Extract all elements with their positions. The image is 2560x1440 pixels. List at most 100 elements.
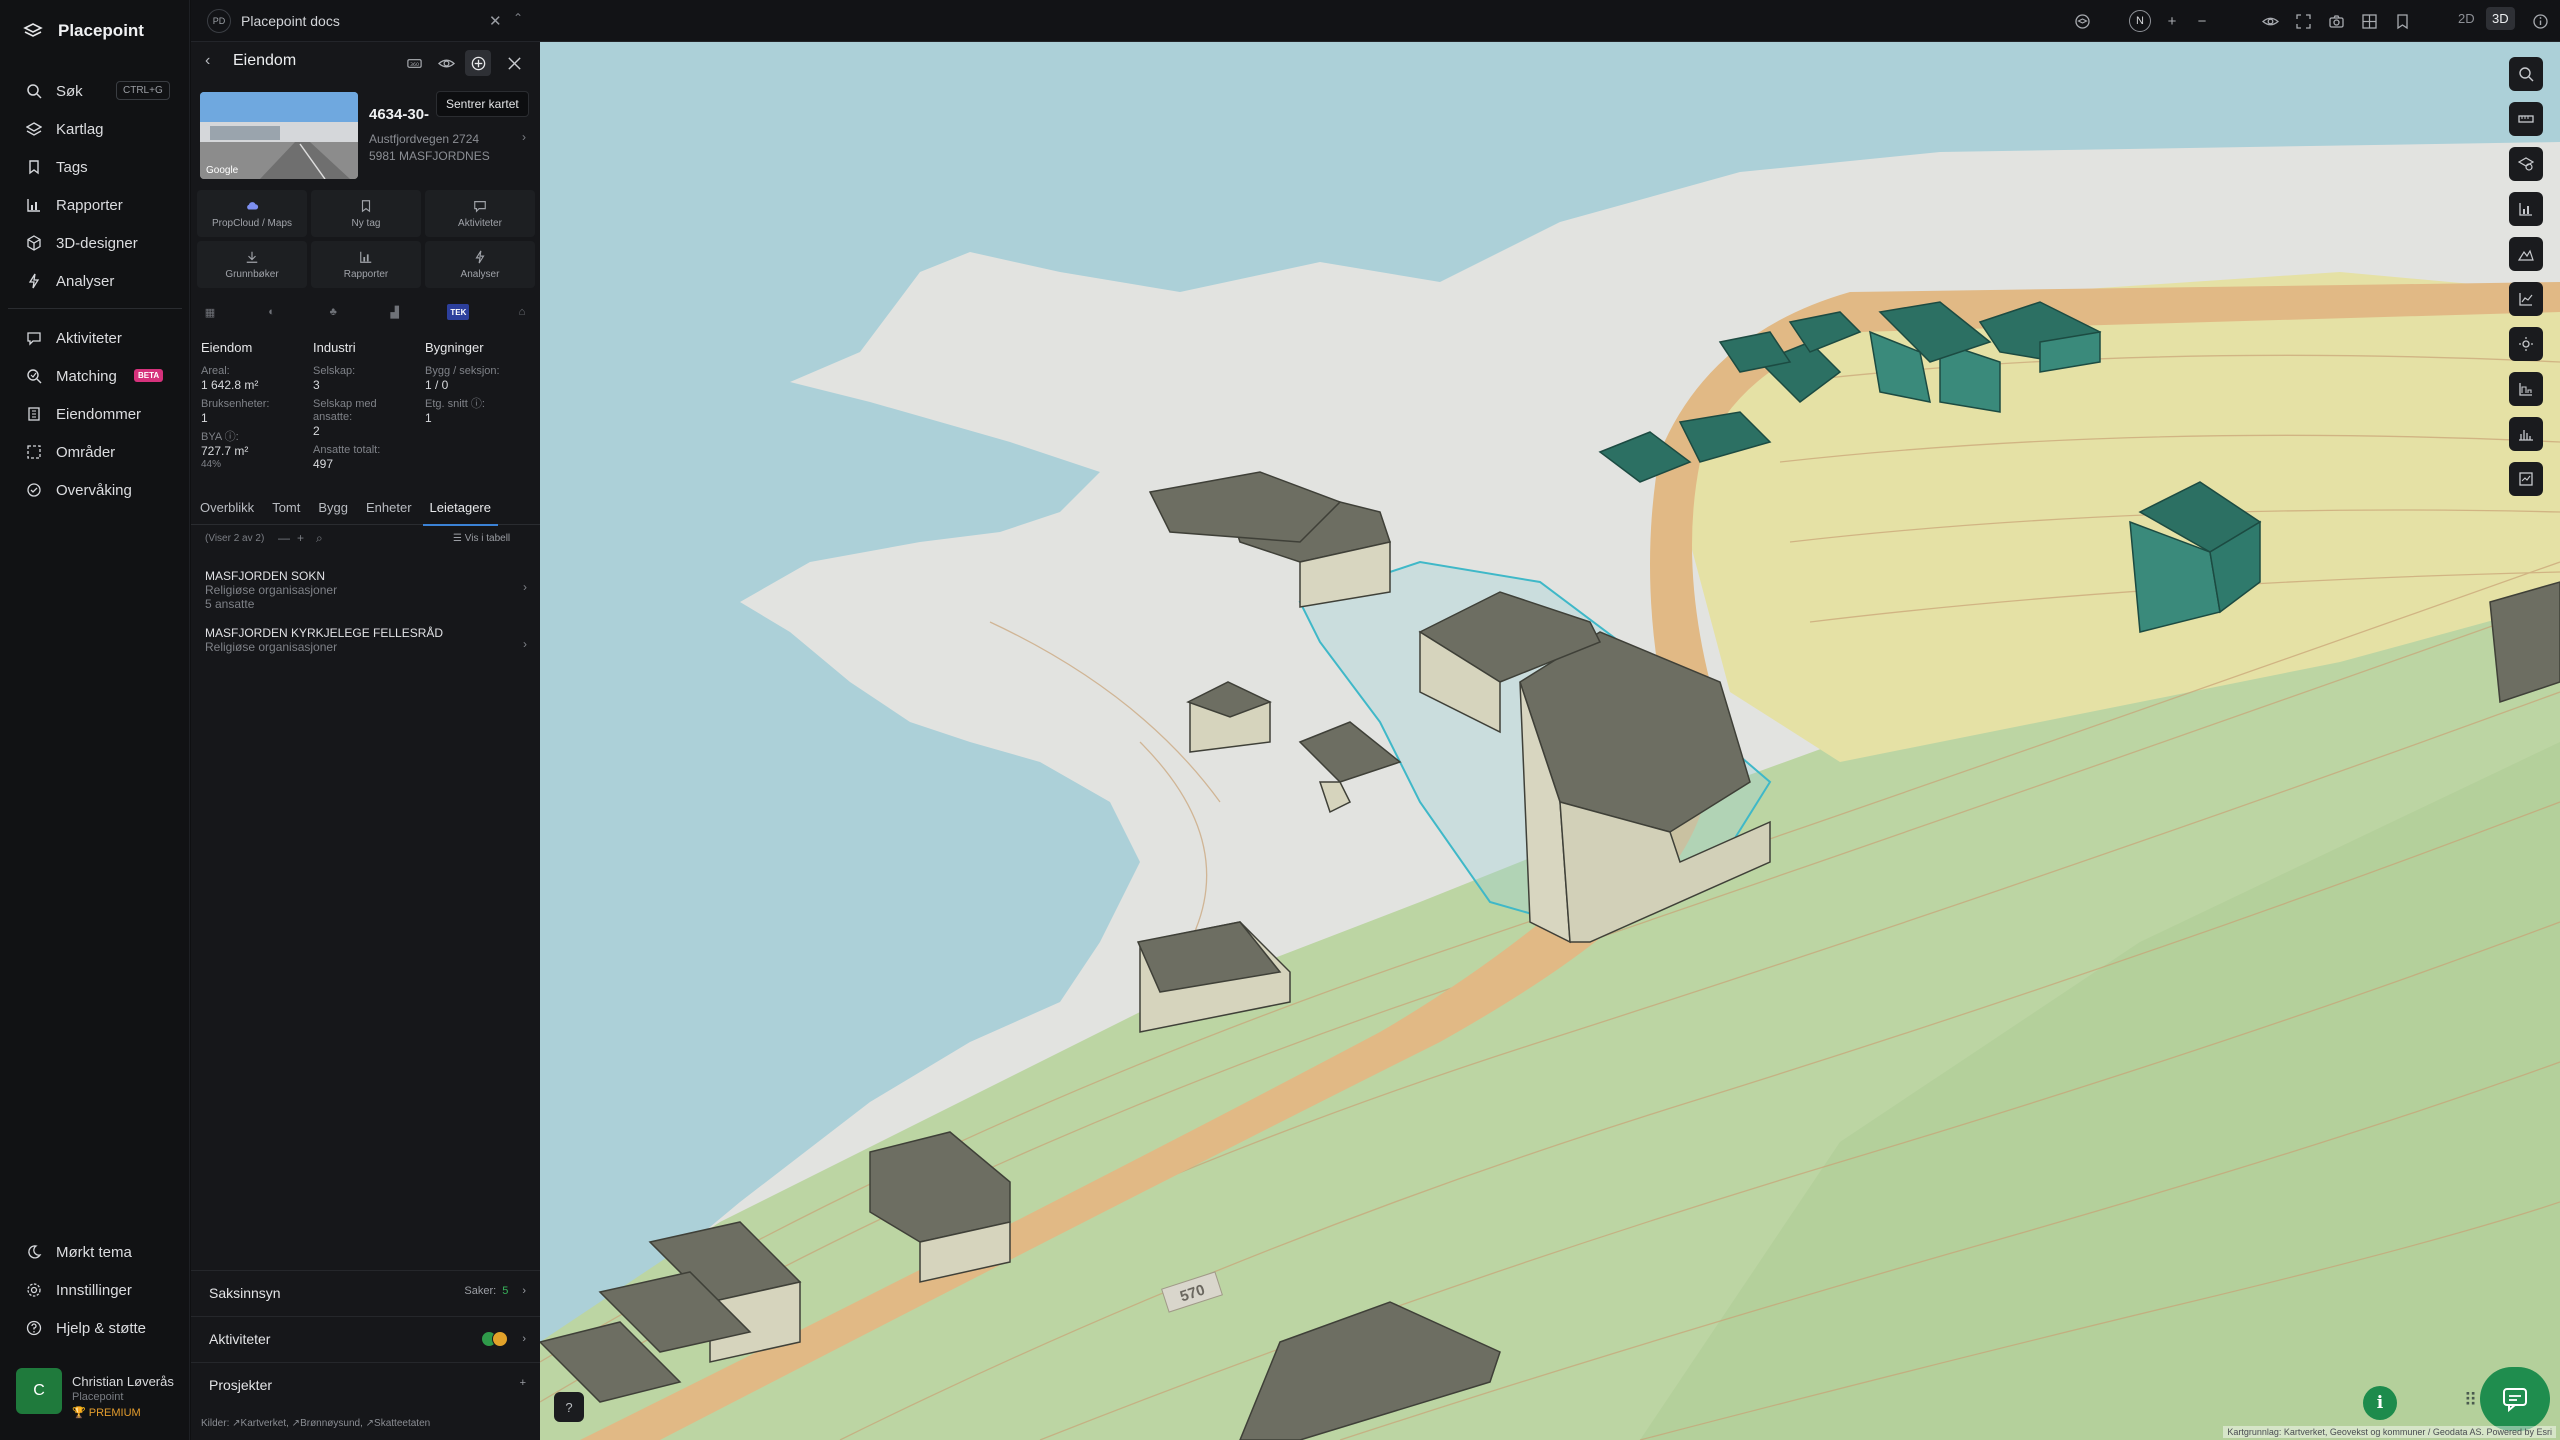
drag-handle-icon[interactable]: ⠿ [2464, 1390, 2477, 1411]
sources-label: Kilder: [201, 1418, 230, 1429]
list-item[interactable]: MASFJORDEN KYRKJELEGE FELLESRÅD Religiøs… [205, 626, 527, 654]
nav-item-kartlag[interactable]: Kartlag [0, 110, 190, 148]
nav-item-eiendommer[interactable]: Eiendommer [0, 395, 190, 433]
building-stats-icon[interactable]: ▟ [386, 304, 404, 320]
energy-icon[interactable]: ⌂ [513, 304, 531, 320]
add-project-button[interactable]: + [520, 1377, 526, 1389]
tab-leietagere[interactable]: Leietagere [421, 497, 500, 526]
view-3d-button[interactable]: 3D [2486, 7, 2515, 30]
statistics-button[interactable] [2509, 192, 2543, 226]
chat-support-button[interactable] [2480, 1367, 2550, 1431]
close-panel-button[interactable] [501, 50, 527, 76]
nav-item-label: 3D-designer [56, 234, 138, 252]
nav-item-matching[interactable]: Matching BETA [0, 357, 190, 395]
nav-item-aktiviteter[interactable]: Aktiviteter [0, 319, 190, 357]
add-icon[interactable]: + [297, 531, 304, 545]
zoom-out-button[interactable]: − [2192, 11, 2212, 31]
map-canvas[interactable]: 570 [540, 42, 2560, 1440]
screenshot-button[interactable] [2326, 11, 2346, 31]
matching-icon [27, 369, 42, 384]
saksinnsyn-section[interactable]: Saksinnsyn Saker: 5 › [191, 1270, 540, 1315]
layer-search-button[interactable] [2509, 147, 2543, 181]
measure-button[interactable] [2509, 102, 2543, 136]
report-map-button[interactable] [2509, 462, 2543, 496]
nav-item-help[interactable]: Hjelp & støtte [0, 1309, 190, 1347]
main-navigation: Placepoint Søk CTRL+G Kartlag Tags Rappo… [0, 0, 190, 1440]
search-map-button[interactable] [2509, 57, 2543, 91]
back-icon[interactable]: ‹ [205, 52, 210, 70]
search-icon[interactable]: ⌕ [316, 531, 323, 546]
center-map-button[interactable] [465, 50, 491, 76]
sun-shadow-button[interactable] [2509, 327, 2543, 361]
fullscreen-button[interactable] [2293, 11, 2313, 31]
visibility-button[interactable] [2260, 11, 2280, 31]
bookmark-button[interactable] [2392, 11, 2412, 31]
activities-button[interactable]: Aktiviteter [425, 190, 535, 237]
saker-count: 5 [502, 1285, 509, 1297]
nav-item-analyser[interactable]: Analyser [0, 262, 190, 300]
grunnboker-button[interactable]: Grunnbøker [197, 241, 307, 288]
reports-button[interactable]: Rapporter [311, 241, 421, 288]
source-link-skatteetaten[interactable]: ↗Skatteetaten [366, 1418, 431, 1429]
user-profile[interactable]: C Christian Løverås Placepoint 🏆 PREMIUM [16, 1368, 174, 1419]
nav-item-overvaking[interactable]: Overvåking [0, 471, 190, 509]
nav-item-rapporter[interactable]: Rapporter [0, 186, 190, 224]
map-info-button[interactable]: i [2363, 1386, 2397, 1420]
view-2d-button[interactable]: 2D [2458, 11, 2475, 26]
docs-tab[interactable]: PD Placepoint docs ✕ ⌃ [191, 0, 540, 42]
stats-bygninger: Bygninger Bygg / seksjon: 1 / 0 Etg. sni… [425, 340, 535, 431]
info-button[interactable] [2530, 11, 2550, 31]
nav-item-settings[interactable]: Innstillinger [0, 1271, 190, 1309]
tab-bygg[interactable]: Bygg [309, 497, 357, 525]
prosjekter-section[interactable]: Prosjekter + [191, 1362, 540, 1407]
collapse-icon[interactable]: — [278, 531, 290, 545]
activity-icon [27, 332, 41, 346]
nav-item-omrader[interactable]: Områder [0, 433, 190, 471]
new-tag-button[interactable]: Ny tag [311, 190, 421, 237]
tab-overblikk[interactable]: Overblikk [191, 497, 263, 525]
panel-header: ‹ Eiendom 360 [191, 42, 540, 82]
propcloud-button[interactable]: PropCloud / Maps [197, 190, 307, 237]
activity-avatars [481, 1331, 509, 1347]
aktiviteter-section[interactable]: Aktiviteter › [191, 1316, 540, 1361]
monitor-icon [27, 483, 41, 497]
elevation-button[interactable] [2509, 237, 2543, 271]
map-attribution: Kartgrunnlag: Kartverket, Geovekst og ko… [2223, 1426, 2556, 1438]
360-view-button[interactable]: 360 [401, 50, 427, 76]
globe-icon[interactable]: ◐ [263, 304, 281, 320]
action-label: Ny tag [351, 217, 381, 229]
map-3d-view[interactable]: 570 ? i ⠿ Kartgrunnlag: Kartverket, Geov… [540, 42, 2560, 1440]
show-table-button[interactable]: ☰ Vis i tabell [453, 533, 510, 544]
map-help-button[interactable]: ? [554, 1392, 584, 1422]
bygg-label: Bygg / seksjon: [425, 365, 500, 377]
list-item[interactable]: MASFJORDEN SOKN Religiøse organisasjoner… [205, 569, 527, 611]
compass-button[interactable]: N [2129, 10, 2151, 32]
zoom-in-button[interactable]: + [2162, 11, 2182, 31]
bar-chart-icon [360, 251, 372, 263]
brand-logo[interactable]: Placepoint [22, 20, 144, 42]
chevron-updown-icon[interactable]: ⌃ [513, 11, 523, 25]
visibility-button[interactable] [433, 50, 459, 76]
tab-tomt[interactable]: Tomt [263, 497, 309, 525]
close-icon[interactable]: ✕ [489, 12, 502, 30]
volume-button[interactable] [2509, 417, 2543, 451]
layers-toggle-button[interactable] [2072, 11, 2092, 31]
street-view-thumbnail[interactable]: Google [200, 92, 358, 179]
industry-icon[interactable]: ♣ [324, 304, 342, 320]
source-link-bronnoysund[interactable]: ↗Brønnøysund, [292, 1418, 363, 1429]
nav-item-dark-theme[interactable]: Mørkt tema [0, 1233, 190, 1271]
nav-item-sok[interactable]: Søk CTRL+G [0, 72, 190, 110]
profile-button[interactable] [2509, 282, 2543, 316]
property-register-icon[interactable]: ▦ [201, 304, 219, 320]
nav-item-3d-designer[interactable]: 3D-designer [0, 224, 190, 262]
nav-item-tags[interactable]: Tags [0, 148, 190, 186]
terrain-button[interactable] [2509, 372, 2543, 406]
tab-enheter[interactable]: Enheter [357, 497, 421, 525]
source-link-kartverket[interactable]: ↗Kartverket, [232, 1418, 289, 1429]
analyses-button[interactable]: Analyser [425, 241, 535, 288]
chevron-right-icon[interactable]: › [522, 130, 526, 144]
nav-item-label: Overvåking [56, 481, 132, 499]
grid-button[interactable] [2359, 11, 2379, 31]
nav-item-label: Tags [56, 158, 88, 176]
tek-icon[interactable]: TEK [447, 304, 470, 320]
